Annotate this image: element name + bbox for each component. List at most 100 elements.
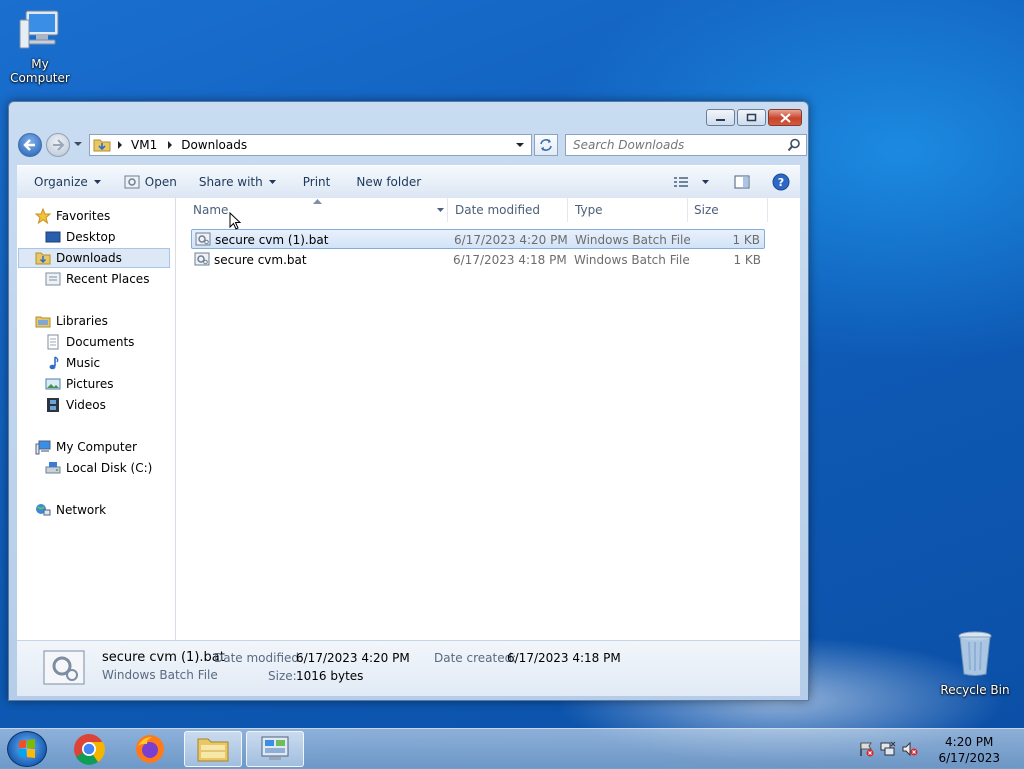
film-icon <box>47 398 59 412</box>
search-icon[interactable] <box>787 138 801 152</box>
control-panel-icon <box>261 736 289 760</box>
downloads-folder-icon <box>35 252 51 265</box>
nav-documents-label: Documents <box>66 335 135 349</box>
nav-my-computer[interactable]: My Computer <box>35 437 137 457</box>
taskbar-chrome[interactable] <box>60 731 118 767</box>
column-header-name[interactable]: Name <box>176 198 448 222</box>
svg-text:?: ? <box>778 176 784 189</box>
file-type: Windows Batch File <box>575 233 691 247</box>
help-icon: ? <box>772 173 790 191</box>
file-row[interactable]: secure cvm.bat 6/17/2023 4:18 PM Windows… <box>191 250 765 270</box>
details-date-created-label: Date created: <box>434 651 517 665</box>
back-button[interactable] <box>18 133 42 157</box>
recent-places-icon <box>45 272 61 286</box>
close-icon <box>779 112 791 123</box>
preview-pane-icon <box>734 175 750 189</box>
breadcrumb-separator-icon <box>118 141 122 149</box>
music-note-icon <box>49 356 59 370</box>
column-type-label: Type <box>575 203 603 217</box>
navigation-pane: Favorites Desktop Downloads Recent Place… <box>17 198 176 640</box>
star-icon <box>35 208 51 224</box>
computer-icon <box>19 10 59 49</box>
nav-downloads[interactable]: Downloads <box>18 248 170 268</box>
refresh-button[interactable] <box>534 134 558 156</box>
address-row: VM1 Downloads <box>17 132 807 160</box>
taskbar-windows-explorer[interactable] <box>184 731 242 767</box>
close-button[interactable] <box>768 109 802 126</box>
nav-desktop[interactable]: Desktop <box>45 227 116 247</box>
address-dropdown-icon[interactable] <box>515 142 525 148</box>
nav-pictures[interactable]: Pictures <box>45 374 114 394</box>
batch-file-icon <box>194 252 210 266</box>
chrome-icon <box>74 734 105 765</box>
nav-network-label: Network <box>56 503 107 517</box>
minimize-icon <box>716 118 725 121</box>
clock[interactable]: 4:20 PM 6/17/2023 <box>938 734 1000 766</box>
nav-documents[interactable]: Documents <box>45 332 134 352</box>
breadcrumb-downloads[interactable]: Downloads <box>181 138 247 152</box>
breadcrumb-separator-icon <box>168 141 173 149</box>
network-icon <box>36 504 51 516</box>
print-label: Print <box>302 175 331 189</box>
column-header-date-modified[interactable]: Date modified <box>448 198 568 222</box>
new-folder-button[interactable]: New folder <box>347 166 430 198</box>
folder-icon <box>93 139 111 152</box>
volume-muted-icon[interactable] <box>902 741 918 757</box>
nav-libraries-label: Libraries <box>56 314 108 328</box>
details-date-modified-value: 6/17/2023 4:20 PM <box>296 651 410 665</box>
nav-favorites[interactable]: Favorites <box>35 206 110 226</box>
nav-local-disk[interactable]: Local Disk (C:) <box>45 458 152 478</box>
chevron-down-icon <box>93 180 101 184</box>
maximize-button[interactable] <box>737 109 766 126</box>
network-status-icon[interactable] <box>880 741 896 757</box>
chevron-down-icon <box>702 180 709 184</box>
desktop-icon <box>45 231 61 243</box>
nav-libraries[interactable]: Libraries <box>35 311 108 331</box>
desktop-recycle-bin-label: Recycle Bin <box>940 683 1010 697</box>
breadcrumb-vm1[interactable]: VM1 <box>131 138 157 152</box>
search-box[interactable] <box>565 134 807 156</box>
nav-my-computer-label: My Computer <box>56 440 137 454</box>
open-label: Open <box>144 175 177 189</box>
taskbar-control-panel[interactable] <box>246 731 304 767</box>
nav-music[interactable]: Music <box>45 353 100 373</box>
clock-time: 4:20 PM <box>945 735 994 749</box>
hard-drive-icon <box>45 462 61 474</box>
nav-videos[interactable]: Videos <box>45 395 106 415</box>
preview-pane-button[interactable] <box>725 166 759 198</box>
change-view-button[interactable] <box>664 166 719 198</box>
column-filter-dropdown-icon[interactable] <box>436 207 445 213</box>
forward-button[interactable] <box>46 133 70 157</box>
document-icon <box>47 334 59 350</box>
clock-date: 6/17/2023 <box>938 751 1000 765</box>
minimize-button[interactable] <box>706 109 735 126</box>
pictures-icon <box>45 378 61 390</box>
batch-file-icon <box>124 175 140 189</box>
recent-pages-dropdown-icon[interactable] <box>73 141 83 147</box>
desktop-my-computer-label: My Computer <box>10 57 70 85</box>
column-header-type[interactable]: Type <box>568 198 688 222</box>
nav-network[interactable]: Network <box>35 500 106 520</box>
file-row[interactable]: secure cvm (1).bat 6/17/2023 4:20 PM Win… <box>191 229 765 249</box>
nav-recent-places[interactable]: Recent Places <box>45 269 149 289</box>
address-bar[interactable]: VM1 Downloads <box>89 134 532 156</box>
maximize-icon <box>746 113 757 122</box>
nav-local-disk-label: Local Disk (C:) <box>66 461 153 475</box>
explorer-folder-icon <box>197 738 229 762</box>
organize-menu[interactable]: Organize <box>17 166 111 198</box>
taskbar-firefox[interactable] <box>121 731 179 767</box>
start-button[interactable] <box>7 731 47 767</box>
open-button[interactable]: Open <box>115 166 186 198</box>
column-header-size[interactable]: Size <box>688 198 768 222</box>
help-button[interactable]: ? <box>763 166 800 198</box>
chevron-down-icon <box>268 180 276 184</box>
search-input[interactable] <box>573 138 778 152</box>
file-name: secure cvm (1).bat <box>215 233 329 247</box>
nav-desktop-label: Desktop <box>66 230 116 244</box>
desktop-recycle-bin[interactable]: Recycle Bin <box>935 630 1015 697</box>
file-list: Name Date modified Type Size secure cvm … <box>176 198 800 640</box>
share-with-menu[interactable]: Share with <box>190 166 286 198</box>
desktop-my-computer[interactable]: My Computer <box>0 8 80 85</box>
print-button[interactable]: Print <box>294 166 340 198</box>
action-center-flag-icon[interactable] <box>858 741 874 757</box>
